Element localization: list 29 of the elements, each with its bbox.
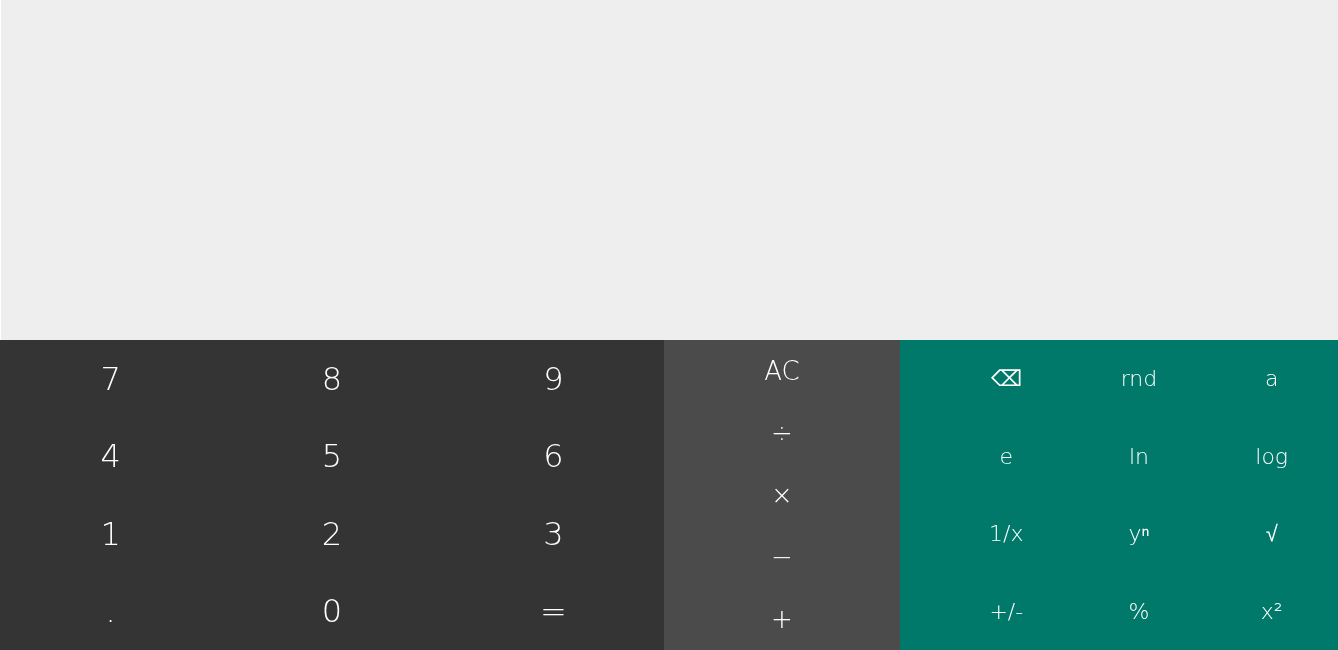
function-key[interactable]: ⌫	[940, 340, 1073, 418]
digit-key[interactable]: 9	[442, 340, 664, 418]
function-key[interactable]: yⁿ	[1072, 495, 1206, 573]
operator-key[interactable]: −	[664, 526, 900, 588]
digit-key[interactable]: =	[442, 572, 664, 650]
digit-key[interactable]: 7	[0, 340, 222, 418]
function-key[interactable]: rnd	[1072, 340, 1206, 418]
digit-key[interactable]: 4	[0, 417, 222, 495]
function-key[interactable]: x²	[1205, 572, 1338, 650]
function-key[interactable]: √	[1205, 495, 1338, 573]
digit-key[interactable]: 1	[0, 495, 222, 573]
operator-key[interactable]: AC	[664, 340, 900, 402]
operator-key[interactable]: +	[664, 588, 900, 650]
function-key[interactable]: ln	[1072, 417, 1206, 495]
digit-key[interactable]: 8	[221, 340, 443, 418]
function-key[interactable]: +/-	[940, 572, 1073, 650]
digit-key[interactable]: 0	[221, 572, 443, 650]
digit-key[interactable]: 5	[221, 417, 443, 495]
digit-key[interactable]: 3	[442, 495, 664, 573]
digit-key[interactable]: 2	[221, 495, 443, 573]
function-key[interactable]: e	[940, 417, 1073, 495]
function-key[interactable]: a	[1205, 340, 1338, 418]
operator-key[interactable]: ÷	[664, 402, 900, 464]
operator-key[interactable]: ×	[664, 464, 900, 526]
digit-key[interactable]: .	[0, 572, 222, 650]
function-key[interactable]: %	[1072, 572, 1206, 650]
digit-key[interactable]: 6	[442, 417, 664, 495]
function-key[interactable]: log	[1205, 417, 1338, 495]
function-key[interactable]: 1/x	[940, 495, 1073, 573]
